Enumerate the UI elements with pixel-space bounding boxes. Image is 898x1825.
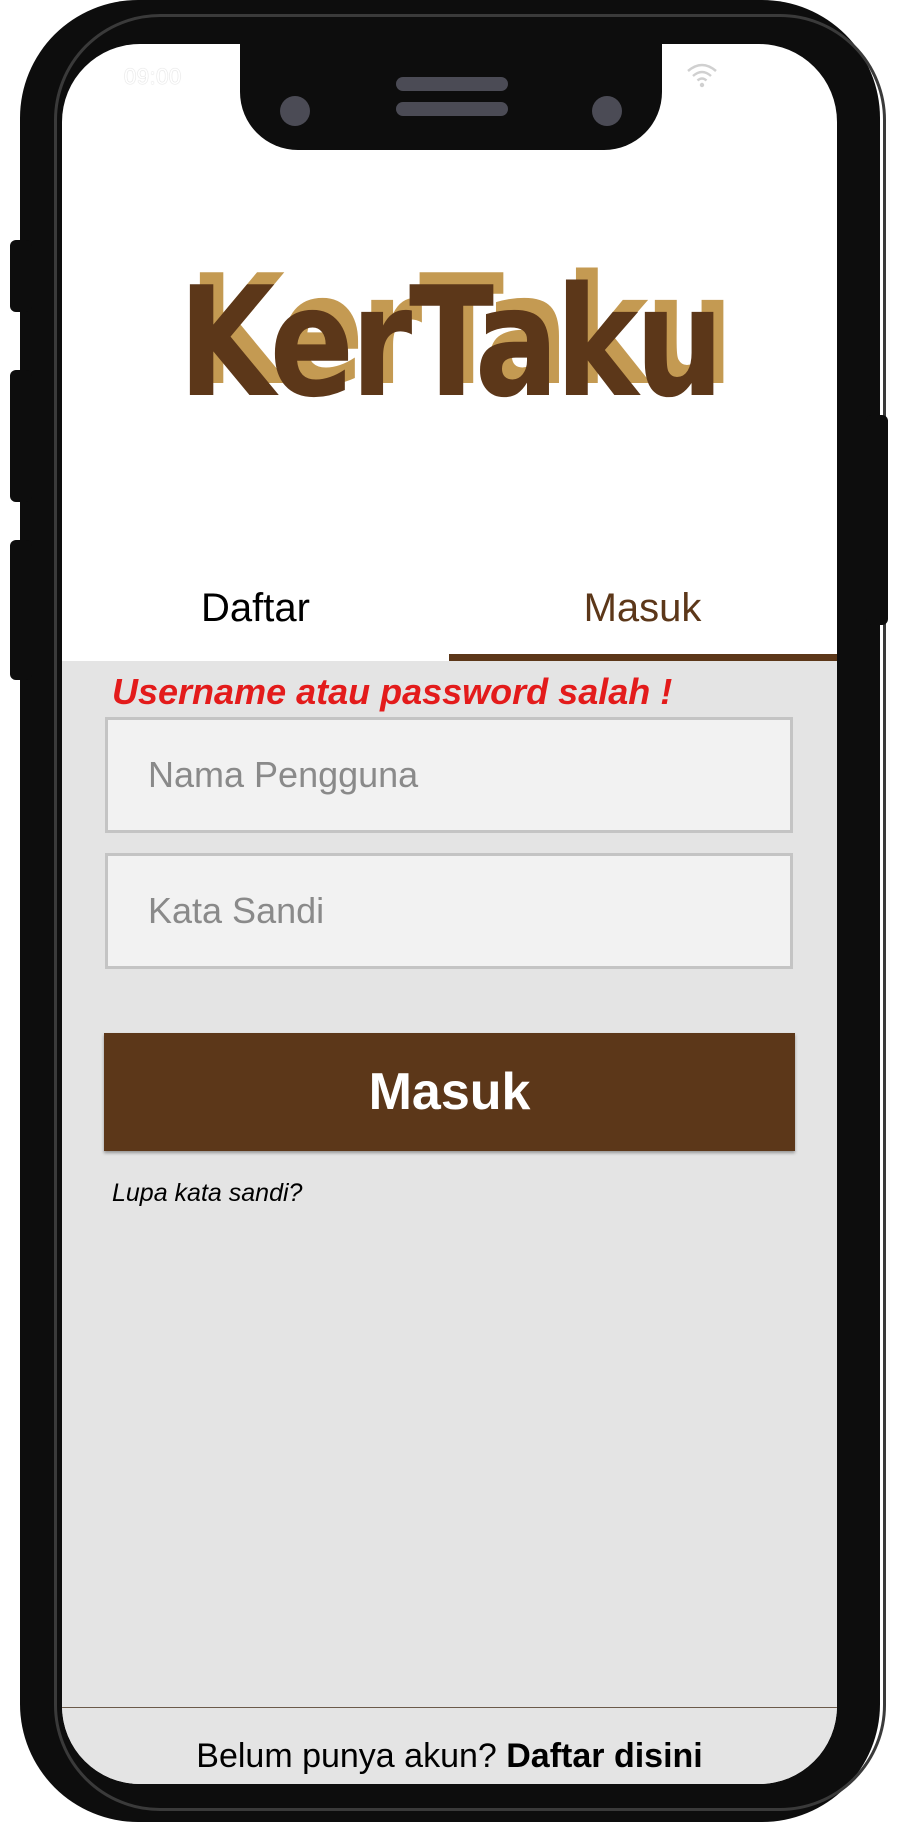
error-message: Username atau password salah !	[112, 671, 673, 712]
signup-prompt: Belum punya akun? Daftar disini	[62, 1737, 837, 1776]
front-sensor	[592, 96, 622, 126]
signup-link[interactable]: Daftar disini	[506, 1737, 702, 1775]
status-time: 09:00	[124, 64, 182, 89]
app-logo: KerTaku KerTaku	[62, 242, 837, 454]
login-form: Username atau password salah ! Masuk Lup…	[62, 661, 837, 1784]
phone-notch	[240, 44, 662, 150]
logo-text: KerTaku	[178, 254, 723, 431]
phone-power-button	[866, 415, 888, 625]
speaker-grille	[396, 102, 508, 116]
phone-silent-switch	[10, 240, 32, 312]
forgot-password-link[interactable]: Lupa kata sandi?	[112, 1179, 302, 1208]
tab-masuk[interactable]: Masuk	[449, 556, 836, 661]
wifi-icon	[686, 62, 718, 93]
password-input[interactable]	[105, 853, 793, 969]
tab-daftar[interactable]: Daftar	[62, 556, 449, 661]
phone-volume-down-button	[10, 540, 32, 680]
speaker-grille	[396, 77, 508, 91]
login-button[interactable]: Masuk	[104, 1033, 795, 1151]
footer-divider	[62, 1707, 837, 1708]
front-camera	[280, 96, 310, 126]
phone-volume-up-button	[10, 370, 32, 502]
app-screen: 09:00 KerTaku KerTaku Daftar Masuk Usern…	[62, 44, 837, 1784]
signup-prompt-text: Belum punya akun?	[196, 1737, 507, 1775]
auth-tabs: Daftar Masuk	[62, 556, 837, 662]
username-input[interactable]	[105, 717, 793, 833]
